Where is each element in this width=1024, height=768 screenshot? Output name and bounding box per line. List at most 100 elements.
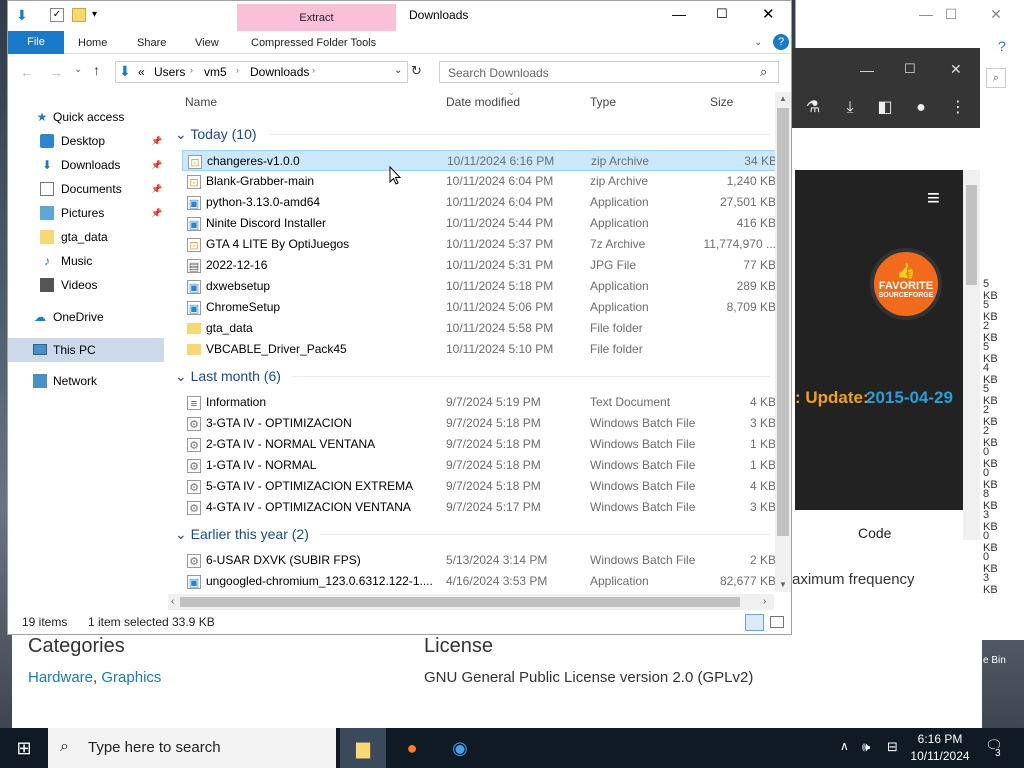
home-tab[interactable]: Home xyxy=(78,37,107,49)
quick-access-down-arrow-icon[interactable]: ⬇ xyxy=(16,8,30,22)
file-row[interactable]: ▣ ChromeSetup 10/11/2024 5:06 PM Applicatio… xyxy=(182,297,782,318)
browser-close-icon[interactable]: ✕ xyxy=(950,61,962,78)
code-tab[interactable]: Code xyxy=(858,525,891,541)
minimize-button[interactable]: — xyxy=(672,6,686,22)
nav-downloads[interactable]: ⬇ Downloads 📌 xyxy=(8,154,168,176)
hamburger-menu-icon[interactable]: ≡ xyxy=(927,185,940,211)
folder-icon xyxy=(187,344,201,355)
taskbar-clock[interactable]: 6:16 PM 10/11/2024 xyxy=(905,731,975,765)
file-row[interactable]: ▣ dxwebsetup 10/11/2024 5:18 PM Application… xyxy=(182,276,782,297)
show-hidden-icons-icon[interactable]: ∧ xyxy=(840,739,849,753)
download-icon[interactable]: ⤓ xyxy=(840,98,860,118)
nav-label: Downloads xyxy=(61,158,121,172)
breadcrumb-users[interactable]: Users xyxy=(154,65,185,79)
file-explorer-taskbar-icon[interactable]: ▆ xyxy=(340,728,386,768)
file-size: 8,709 KB xyxy=(726,300,776,314)
compressed-folder-tools-tab[interactable]: Compressed Folder Tools xyxy=(251,37,376,49)
scroll-down-icon[interactable]: ▼ xyxy=(779,580,787,589)
back-search-icon[interactable]: ⌕ xyxy=(986,68,1006,88)
browser-menu-icon[interactable]: ⋮ xyxy=(948,98,968,118)
scroll-right-icon[interactable]: › xyxy=(763,596,766,607)
view-tab[interactable]: View xyxy=(195,37,219,49)
vertical-scrollbar-thumb[interactable] xyxy=(777,108,789,536)
browser-minimize-icon[interactable]: — xyxy=(860,62,874,78)
nav-this-pc[interactable]: This PC xyxy=(8,338,164,362)
file-tab[interactable]: File xyxy=(8,31,64,54)
file-row[interactable]: gta_data 10/11/2024 5:58 PM File folder xyxy=(182,318,782,339)
file-row[interactable]: VBCABLE_Driver_Pack45 10/11/2024 5:10 PM F… xyxy=(182,339,782,360)
file-date: 4/16/2024 3:53 PM xyxy=(446,574,548,588)
address-dropdown-icon[interactable]: ⌄ xyxy=(394,65,402,76)
file-name: VBCABLE_Driver_Pack45 xyxy=(206,342,347,356)
file-row[interactable]: ▣ python-3.13.0-amd64 10/11/2024 6:04 PM Ap… xyxy=(182,192,782,213)
file-row[interactable]: ⊡ Blank-Grabber-main 10/11/2024 6:04 PM zip… xyxy=(182,171,782,192)
group-earlier-this-year[interactable]: ⌄ Earlier this year (2) xyxy=(175,526,309,543)
group-today[interactable]: ⌄ Today (10) xyxy=(175,126,257,143)
file-row[interactable]: ≡ Information 9/7/2024 5:19 PM Text Documen… xyxy=(182,392,782,413)
extract-tab-header[interactable]: Extract xyxy=(237,4,396,31)
nav-documents[interactable]: Documents 📌 xyxy=(8,178,168,200)
address-overflow[interactable]: « xyxy=(138,65,145,79)
graphics-link[interactable]: Graphics xyxy=(101,669,161,686)
file-row[interactable]: ▤ 2022-12-16 10/11/2024 5:31 PM JPG File 77 … xyxy=(182,255,782,276)
column-header-size[interactable]: Size xyxy=(710,95,733,109)
side-panel-icon[interactable]: ◧ xyxy=(875,98,895,118)
breadcrumb-downloads[interactable]: Downloads xyxy=(250,65,309,79)
selection-count: 1 item selected xyxy=(88,615,169,629)
properties-icon[interactable]: ✓ xyxy=(50,8,64,22)
maximize-icon[interactable]: ☐ xyxy=(931,6,971,23)
column-header-date[interactable]: Date modified xyxy=(446,95,520,109)
maximize-button[interactable]: ☐ xyxy=(716,6,728,22)
windows-start-icon[interactable]: ⊞ xyxy=(0,728,48,768)
column-header-name[interactable]: Name xyxy=(185,95,217,109)
firefox-taskbar-icon[interactable]: ● xyxy=(389,728,435,768)
search-icon[interactable]: ⌕ xyxy=(760,64,767,80)
scroll-up-icon[interactable]: ▲ xyxy=(779,94,787,103)
address-bar[interactable]: ⬇ « Users › vm5 › Downloads › ⌄ xyxy=(115,61,408,83)
search-input[interactable]: Search Downloads xyxy=(439,61,779,83)
new-folder-icon[interactable] xyxy=(72,8,86,22)
star-icon: ★ xyxy=(36,110,48,124)
labs-flask-icon[interactable]: ⚗ xyxy=(803,98,823,118)
network-status-icon[interactable]: ⊟ xyxy=(887,739,898,755)
help-icon[interactable]: ? xyxy=(998,38,1006,54)
forward-arrow-icon[interactable]: → xyxy=(49,64,63,80)
file-row[interactable]: ⚙ 5-GTA IV - OPTIMIZACION EXTREMA 9/7/2024… xyxy=(182,476,782,497)
back-arrow-icon[interactable]: ← xyxy=(20,64,34,80)
browser-scrollbar-thumb[interactable] xyxy=(966,185,977,285)
profile-avatar-icon[interactable]: ● xyxy=(911,98,931,118)
share-tab[interactable]: Share xyxy=(137,37,166,49)
large-icons-view-icon[interactable] xyxy=(770,616,784,628)
recent-locations-icon[interactable]: ⌄ xyxy=(74,64,82,75)
file-row[interactable]: ⊡ GTA 4 LITE By OptiJuegos 10/11/2024 5:37… xyxy=(182,234,782,255)
file-row[interactable]: ⚙ 1-GTA IV - NORMAL 9/7/2024 5:18 PM Window… xyxy=(182,455,782,476)
scroll-left-icon[interactable]: ‹ xyxy=(171,596,174,607)
horizontal-scrollbar-thumb[interactable] xyxy=(180,597,740,607)
breadcrumb-vm5[interactable]: vm5 xyxy=(204,65,227,79)
nav-desktop[interactable]: Desktop 📌 xyxy=(8,130,168,152)
file-row[interactable]: ⚙ 6-USAR DXVK (SUBIR FPS) 5/13/2024 3:14 P… xyxy=(182,550,782,571)
refresh-icon[interactable]: ↻ xyxy=(411,63,422,79)
hardware-link[interactable]: Hardware xyxy=(28,669,93,686)
expand-ribbon-icon[interactable]: ⌄ xyxy=(754,37,762,48)
group-last-month[interactable]: ⌄ Last month (6) xyxy=(175,368,281,385)
taskbar-search-input[interactable]: Type here to search xyxy=(48,728,336,768)
help-icon[interactable]: ? xyxy=(773,34,789,50)
file-row[interactable]: ▣ ungoogled-chromium_123.0.6312.122-1....… xyxy=(182,571,782,592)
nav-pictures[interactable]: Pictures 📌 xyxy=(8,202,168,224)
file-row[interactable]: ▣ Ninite Discord Installer 10/11/2024 5:44… xyxy=(182,213,782,234)
file-row[interactable]: ⚙ 4-GTA IV - OPTIMIZACION VENTANA 9/7/2024… xyxy=(182,497,782,518)
volume-icon[interactable]: 🕪 xyxy=(862,739,870,755)
browser-maximize-icon[interactable]: ☐ xyxy=(904,61,916,77)
customize-qat-icon[interactable]: ▾ xyxy=(92,9,97,20)
file-row[interactable]: ⊡ changeres-v1.0.0 10/11/2024 6:16 PM zip A… xyxy=(182,150,782,171)
details-view-icon[interactable] xyxy=(745,614,764,631)
nav-label: Network xyxy=(53,374,98,388)
up-arrow-icon[interactable]: ↑ xyxy=(93,62,100,78)
file-row[interactable]: ⚙ 2-GTA IV - NORMAL VENTANA 9/7/2024 5:18 … xyxy=(182,434,782,455)
close-icon[interactable]: ✕ xyxy=(976,6,1016,23)
close-button[interactable]: ✕ xyxy=(762,5,775,23)
column-header-type[interactable]: Type xyxy=(590,95,616,109)
chrome-taskbar-icon[interactable]: ◉ xyxy=(437,728,483,768)
file-row[interactable]: ⚙ 3-GTA IV - OPTIMIZACION 9/7/2024 5:18 PM… xyxy=(182,413,782,434)
